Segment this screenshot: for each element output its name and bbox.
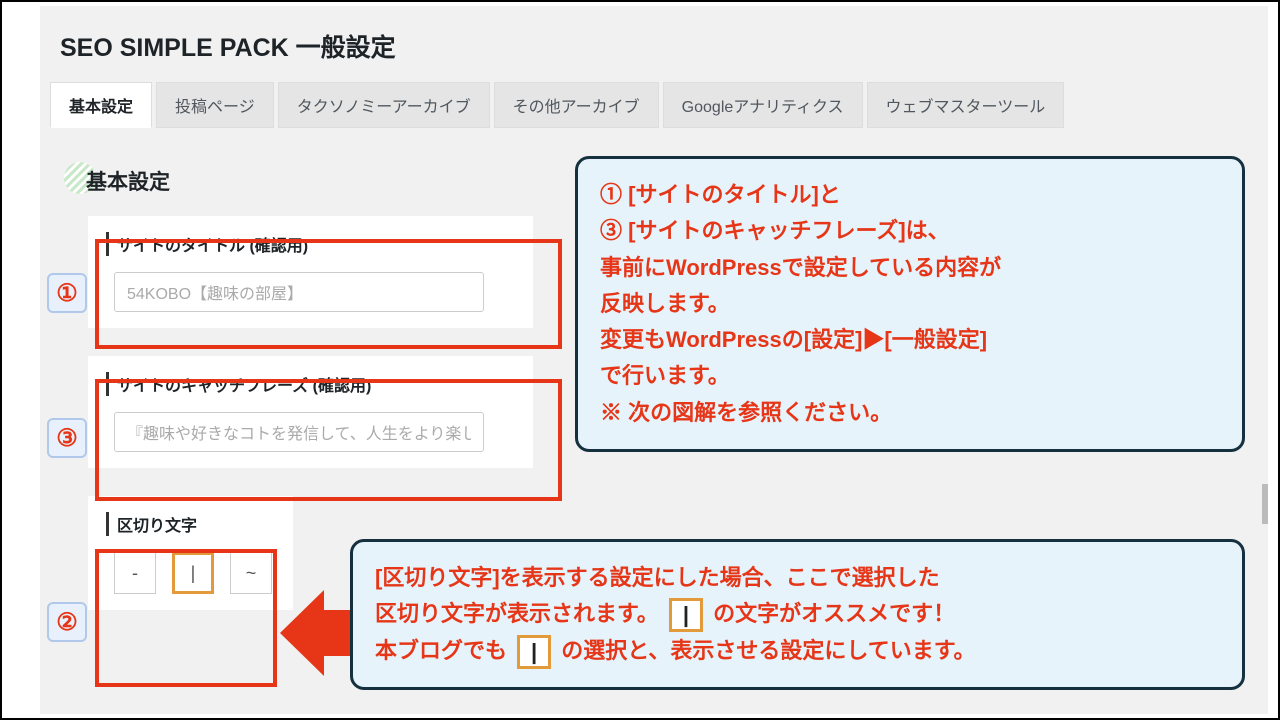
section-heading: 基本設定 (86, 166, 170, 196)
callout-bottom: [区切り文字]を表示する設定にした場合、ここで選択した 区切り文字が表示されます… (350, 539, 1245, 690)
input-catchphrase[interactable] (114, 412, 484, 452)
scrollbar-hint[interactable] (1262, 484, 1268, 524)
tab-basic[interactable]: 基本設定 (50, 82, 152, 128)
separator-option-tilde[interactable]: ~ (230, 552, 272, 594)
callout-bottom-line3b: の選択と、表示させる設定にしています。 (561, 638, 975, 663)
callout-bottom-line3a: 本ブログでも (375, 638, 513, 663)
callout-top-line5: 変更もWordPressの[設定]▶[一般設定] (600, 322, 1220, 358)
tab-taxonomy-archive[interactable]: タクソノミーアーカイブ (278, 82, 490, 128)
panel-site-title: サイトのタイトル (確認用) (88, 216, 533, 328)
callout-bottom-line3: 本ブログでも | の選択と、表示させる設定にしています。 (375, 633, 1220, 669)
pipe-char-box-2: | (517, 635, 551, 669)
tab-google-analytics[interactable]: Googleアナリティクス (663, 82, 863, 128)
callout-bottom-line2: 区切り文字が表示されます。 | の文字がオススメです！ (375, 596, 1220, 632)
callout-bottom-line1: [区切り文字]を表示する設定にした場合、ここで選択した (375, 560, 1220, 596)
callout-top-line6: で行います。 (600, 358, 1220, 394)
callout-top-line3: 事前にWordPressで設定している内容が (600, 250, 1220, 286)
label-catchphrase: サイトのキャッチフレーズ (確認用) (106, 372, 515, 396)
callout-top-line7: ※ 次の図解を参照ください。 (600, 395, 1220, 431)
callout-top: ① [サイトのタイトル]と ③ [サイトのキャッチフレーズ]は、 事前にWord… (575, 156, 1245, 452)
callout-bottom-line2b: の文字がオススメです！ (713, 601, 955, 626)
callout-top-line1: ① [サイトのタイトル]と (600, 177, 1220, 213)
pipe-char-box: | (669, 598, 703, 632)
panel-catchphrase: サイトのキャッチフレーズ (確認用) (88, 356, 533, 468)
badge-3: ③ (47, 418, 87, 458)
label-site-title: サイトのタイトル (確認用) (106, 232, 515, 256)
badge-1: ① (47, 273, 87, 313)
label-separator: 区切り文字 (106, 512, 275, 536)
panel-separator: 区切り文字 - | ~ (88, 496, 293, 610)
input-site-title[interactable] (114, 272, 484, 312)
callout-bottom-line2a: 区切り文字が表示されます。 (375, 601, 659, 626)
separator-option-pipe[interactable]: | (172, 552, 214, 594)
callout-top-line4: 反映します。 (600, 286, 1220, 322)
tab-posts[interactable]: 投稿ページ (156, 82, 274, 128)
separator-options: - | ~ (114, 552, 275, 594)
page-title: SEO SIMPLE PACK 一般設定 (40, 6, 1268, 82)
tab-other-archive[interactable]: その他アーカイブ (494, 82, 659, 128)
badge-2: ② (47, 602, 87, 642)
tab-webmaster-tools[interactable]: ウェブマスターツール (867, 82, 1065, 128)
tabs: 基本設定 投稿ページ タクソノミーアーカイブ その他アーカイブ Googleアナ… (40, 82, 1268, 128)
callout-top-line2: ③ [サイトのキャッチフレーズ]は、 (600, 213, 1220, 249)
separator-option-dash[interactable]: - (114, 552, 156, 594)
